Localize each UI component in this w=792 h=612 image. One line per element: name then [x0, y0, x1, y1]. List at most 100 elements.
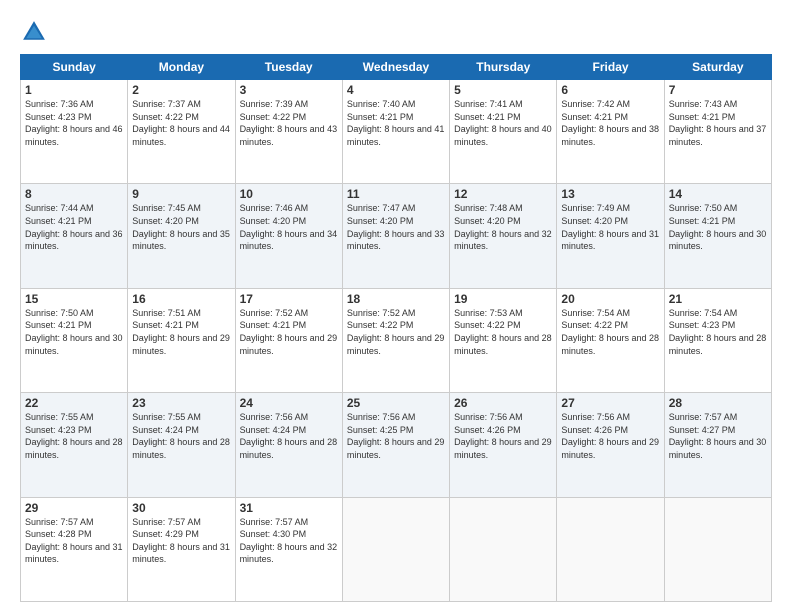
day-info: Sunrise: 7:56 AM Sunset: 4:26 PM Dayligh… [454, 411, 552, 461]
calendar-cell: 27 Sunrise: 7:56 AM Sunset: 4:26 PM Dayl… [557, 393, 664, 497]
col-sunday: Sunday [21, 55, 128, 80]
calendar-cell: 19 Sunrise: 7:53 AM Sunset: 4:22 PM Dayl… [450, 288, 557, 392]
day-number: 17 [240, 292, 338, 306]
day-info: Sunrise: 7:57 AM Sunset: 4:27 PM Dayligh… [669, 411, 767, 461]
day-number: 23 [132, 396, 230, 410]
day-number: 1 [25, 83, 123, 97]
day-info: Sunrise: 7:37 AM Sunset: 4:22 PM Dayligh… [132, 98, 230, 148]
calendar-week-row: 1 Sunrise: 7:36 AM Sunset: 4:23 PM Dayli… [21, 80, 772, 184]
col-saturday: Saturday [664, 55, 771, 80]
calendar-cell: 13 Sunrise: 7:49 AM Sunset: 4:20 PM Dayl… [557, 184, 664, 288]
col-monday: Monday [128, 55, 235, 80]
day-info: Sunrise: 7:36 AM Sunset: 4:23 PM Dayligh… [25, 98, 123, 148]
calendar-cell: 11 Sunrise: 7:47 AM Sunset: 4:20 PM Dayl… [342, 184, 449, 288]
calendar-cell: 17 Sunrise: 7:52 AM Sunset: 4:21 PM Dayl… [235, 288, 342, 392]
calendar-cell: 29 Sunrise: 7:57 AM Sunset: 4:28 PM Dayl… [21, 497, 128, 601]
day-number: 30 [132, 501, 230, 515]
calendar-cell: 26 Sunrise: 7:56 AM Sunset: 4:26 PM Dayl… [450, 393, 557, 497]
calendar-cell: 25 Sunrise: 7:56 AM Sunset: 4:25 PM Dayl… [342, 393, 449, 497]
day-info: Sunrise: 7:55 AM Sunset: 4:24 PM Dayligh… [132, 411, 230, 461]
calendar-cell: 3 Sunrise: 7:39 AM Sunset: 4:22 PM Dayli… [235, 80, 342, 184]
day-number: 15 [25, 292, 123, 306]
calendar-cell: 23 Sunrise: 7:55 AM Sunset: 4:24 PM Dayl… [128, 393, 235, 497]
calendar-cell: 10 Sunrise: 7:46 AM Sunset: 4:20 PM Dayl… [235, 184, 342, 288]
calendar-cell: 4 Sunrise: 7:40 AM Sunset: 4:21 PM Dayli… [342, 80, 449, 184]
day-info: Sunrise: 7:57 AM Sunset: 4:29 PM Dayligh… [132, 516, 230, 566]
calendar-week-row: 15 Sunrise: 7:50 AM Sunset: 4:21 PM Dayl… [21, 288, 772, 392]
calendar-cell: 12 Sunrise: 7:48 AM Sunset: 4:20 PM Dayl… [450, 184, 557, 288]
day-info: Sunrise: 7:54 AM Sunset: 4:23 PM Dayligh… [669, 307, 767, 357]
calendar-cell: 18 Sunrise: 7:52 AM Sunset: 4:22 PM Dayl… [342, 288, 449, 392]
day-number: 28 [669, 396, 767, 410]
day-info: Sunrise: 7:47 AM Sunset: 4:20 PM Dayligh… [347, 202, 445, 252]
day-number: 2 [132, 83, 230, 97]
calendar-cell: 5 Sunrise: 7:41 AM Sunset: 4:21 PM Dayli… [450, 80, 557, 184]
calendar-cell: 20 Sunrise: 7:54 AM Sunset: 4:22 PM Dayl… [557, 288, 664, 392]
day-number: 26 [454, 396, 552, 410]
day-number: 27 [561, 396, 659, 410]
calendar-cell: 9 Sunrise: 7:45 AM Sunset: 4:20 PM Dayli… [128, 184, 235, 288]
calendar-cell: 14 Sunrise: 7:50 AM Sunset: 4:21 PM Dayl… [664, 184, 771, 288]
day-info: Sunrise: 7:56 AM Sunset: 4:26 PM Dayligh… [561, 411, 659, 461]
day-number: 8 [25, 187, 123, 201]
day-info: Sunrise: 7:40 AM Sunset: 4:21 PM Dayligh… [347, 98, 445, 148]
day-info: Sunrise: 7:54 AM Sunset: 4:22 PM Dayligh… [561, 307, 659, 357]
day-number: 21 [669, 292, 767, 306]
day-number: 11 [347, 187, 445, 201]
calendar-cell: 6 Sunrise: 7:42 AM Sunset: 4:21 PM Dayli… [557, 80, 664, 184]
calendar-cell: 2 Sunrise: 7:37 AM Sunset: 4:22 PM Dayli… [128, 80, 235, 184]
day-number: 25 [347, 396, 445, 410]
day-number: 29 [25, 501, 123, 515]
logo-icon [20, 18, 48, 46]
logo [20, 18, 52, 46]
day-info: Sunrise: 7:48 AM Sunset: 4:20 PM Dayligh… [454, 202, 552, 252]
calendar-table: Sunday Monday Tuesday Wednesday Thursday… [20, 54, 772, 602]
calendar-cell: 8 Sunrise: 7:44 AM Sunset: 4:21 PM Dayli… [21, 184, 128, 288]
day-number: 7 [669, 83, 767, 97]
day-number: 6 [561, 83, 659, 97]
calendar-week-row: 22 Sunrise: 7:55 AM Sunset: 4:23 PM Dayl… [21, 393, 772, 497]
day-info: Sunrise: 7:57 AM Sunset: 4:30 PM Dayligh… [240, 516, 338, 566]
day-number: 24 [240, 396, 338, 410]
calendar-header-row: Sunday Monday Tuesday Wednesday Thursday… [21, 55, 772, 80]
day-info: Sunrise: 7:53 AM Sunset: 4:22 PM Dayligh… [454, 307, 552, 357]
day-info: Sunrise: 7:52 AM Sunset: 4:22 PM Dayligh… [347, 307, 445, 357]
day-info: Sunrise: 7:44 AM Sunset: 4:21 PM Dayligh… [25, 202, 123, 252]
calendar-cell: 31 Sunrise: 7:57 AM Sunset: 4:30 PM Dayl… [235, 497, 342, 601]
day-number: 13 [561, 187, 659, 201]
calendar-cell: 1 Sunrise: 7:36 AM Sunset: 4:23 PM Dayli… [21, 80, 128, 184]
header [20, 18, 772, 46]
calendar-page: Sunday Monday Tuesday Wednesday Thursday… [0, 0, 792, 612]
day-number: 4 [347, 83, 445, 97]
day-info: Sunrise: 7:52 AM Sunset: 4:21 PM Dayligh… [240, 307, 338, 357]
calendar-cell: 24 Sunrise: 7:56 AM Sunset: 4:24 PM Dayl… [235, 393, 342, 497]
calendar-cell: 15 Sunrise: 7:50 AM Sunset: 4:21 PM Dayl… [21, 288, 128, 392]
calendar-cell [450, 497, 557, 601]
col-friday: Friday [557, 55, 664, 80]
calendar-week-row: 8 Sunrise: 7:44 AM Sunset: 4:21 PM Dayli… [21, 184, 772, 288]
day-info: Sunrise: 7:50 AM Sunset: 4:21 PM Dayligh… [25, 307, 123, 357]
calendar-cell: 28 Sunrise: 7:57 AM Sunset: 4:27 PM Dayl… [664, 393, 771, 497]
day-number: 9 [132, 187, 230, 201]
col-tuesday: Tuesday [235, 55, 342, 80]
day-number: 22 [25, 396, 123, 410]
day-info: Sunrise: 7:51 AM Sunset: 4:21 PM Dayligh… [132, 307, 230, 357]
calendar-cell: 30 Sunrise: 7:57 AM Sunset: 4:29 PM Dayl… [128, 497, 235, 601]
day-info: Sunrise: 7:42 AM Sunset: 4:21 PM Dayligh… [561, 98, 659, 148]
calendar-cell: 7 Sunrise: 7:43 AM Sunset: 4:21 PM Dayli… [664, 80, 771, 184]
day-number: 18 [347, 292, 445, 306]
day-info: Sunrise: 7:56 AM Sunset: 4:24 PM Dayligh… [240, 411, 338, 461]
calendar-cell [557, 497, 664, 601]
calendar-cell [664, 497, 771, 601]
day-info: Sunrise: 7:50 AM Sunset: 4:21 PM Dayligh… [669, 202, 767, 252]
col-wednesday: Wednesday [342, 55, 449, 80]
calendar-cell: 21 Sunrise: 7:54 AM Sunset: 4:23 PM Dayl… [664, 288, 771, 392]
calendar-cell [342, 497, 449, 601]
day-info: Sunrise: 7:45 AM Sunset: 4:20 PM Dayligh… [132, 202, 230, 252]
day-number: 5 [454, 83, 552, 97]
day-info: Sunrise: 7:39 AM Sunset: 4:22 PM Dayligh… [240, 98, 338, 148]
day-info: Sunrise: 7:46 AM Sunset: 4:20 PM Dayligh… [240, 202, 338, 252]
calendar-cell: 16 Sunrise: 7:51 AM Sunset: 4:21 PM Dayl… [128, 288, 235, 392]
day-info: Sunrise: 7:55 AM Sunset: 4:23 PM Dayligh… [25, 411, 123, 461]
day-info: Sunrise: 7:49 AM Sunset: 4:20 PM Dayligh… [561, 202, 659, 252]
